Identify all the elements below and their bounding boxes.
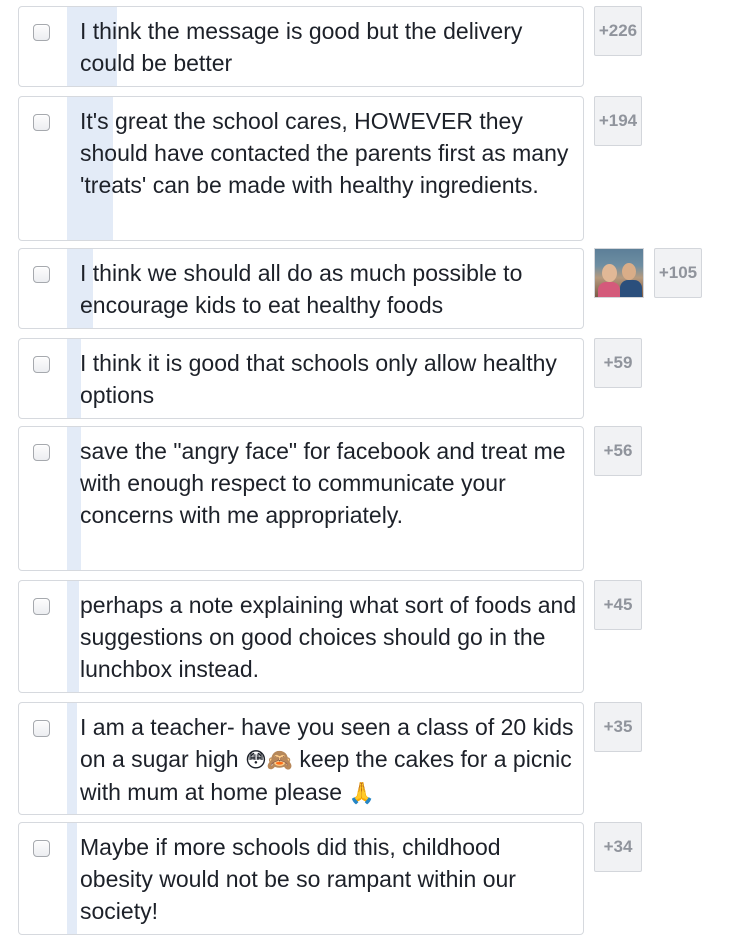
vote-bar xyxy=(67,581,79,692)
poll-option[interactable]: It's great the school cares, HOWEVER the… xyxy=(18,96,584,241)
avatar-face xyxy=(602,264,617,282)
option-text: I think it is good that schools only all… xyxy=(80,350,557,408)
vote-count[interactable]: +226 xyxy=(594,6,642,56)
option-text: Maybe if more schools did this, childhoo… xyxy=(80,834,516,924)
option-side: +105 xyxy=(594,248,702,298)
avatar-face xyxy=(622,263,636,280)
option-side: +56 xyxy=(594,426,642,476)
option-text: I think the message is good but the deli… xyxy=(80,18,523,76)
option-text: It's great the school cares, HOWEVER the… xyxy=(80,108,569,198)
folded-hands-emoji-icon: 🙏 xyxy=(348,781,375,805)
avatar-shirt xyxy=(598,282,620,297)
vote-bar xyxy=(67,427,81,570)
checkbox-icon[interactable] xyxy=(33,720,50,737)
checkbox-icon[interactable] xyxy=(33,444,50,461)
vote-count[interactable]: +35 xyxy=(594,702,642,752)
see-no-evil-monkey-emoji-icon: 🙈 xyxy=(266,748,294,772)
vote-count[interactable]: +45 xyxy=(594,580,642,630)
poll-option[interactable]: I think we should all do as much possibl… xyxy=(18,248,584,329)
option-side: +226 xyxy=(594,6,642,56)
vote-count[interactable]: +194 xyxy=(594,96,642,146)
option-text: I am a teacher- have you seen a class of… xyxy=(80,711,578,809)
vote-count[interactable]: +56 xyxy=(594,426,642,476)
vote-bar xyxy=(67,823,77,934)
poll-option[interactable]: Maybe if more schools did this, childhoo… xyxy=(18,822,584,935)
vote-bar xyxy=(67,703,77,814)
vote-count[interactable]: +105 xyxy=(654,248,702,298)
flushed-face-emoji-icon: 😳 xyxy=(244,748,267,772)
option-text: perhaps a note explaining what sort of f… xyxy=(80,592,577,682)
option-text: I think we should all do as much possibl… xyxy=(80,260,523,318)
voter-avatar[interactable] xyxy=(594,248,644,298)
checkbox-icon[interactable] xyxy=(33,24,50,41)
checkbox-icon[interactable] xyxy=(33,266,50,283)
poll-option[interactable]: I think it is good that schools only all… xyxy=(18,338,584,419)
poll-option[interactable]: perhaps a note explaining what sort of f… xyxy=(18,580,584,693)
vote-count[interactable]: +34 xyxy=(594,822,642,872)
option-side: +194 xyxy=(594,96,642,146)
checkbox-icon[interactable] xyxy=(33,114,50,131)
option-side: +35 xyxy=(594,702,642,752)
option-side: +59 xyxy=(594,338,642,388)
checkbox-icon[interactable] xyxy=(33,598,50,615)
checkbox-icon[interactable] xyxy=(33,356,50,373)
option-side: +45 xyxy=(594,580,642,630)
option-text: save the "angry face" for facebook and t… xyxy=(80,438,566,528)
option-side: +34 xyxy=(594,822,642,872)
checkbox-icon[interactable] xyxy=(33,840,50,857)
poll-option[interactable]: I think the message is good but the deli… xyxy=(18,6,584,87)
vote-count[interactable]: +59 xyxy=(594,338,642,388)
poll-option[interactable]: save the "angry face" for facebook and t… xyxy=(18,426,584,571)
avatar-shirt xyxy=(620,280,642,297)
vote-bar xyxy=(67,339,81,418)
poll-option[interactable]: I am a teacher- have you seen a class of… xyxy=(18,702,584,815)
